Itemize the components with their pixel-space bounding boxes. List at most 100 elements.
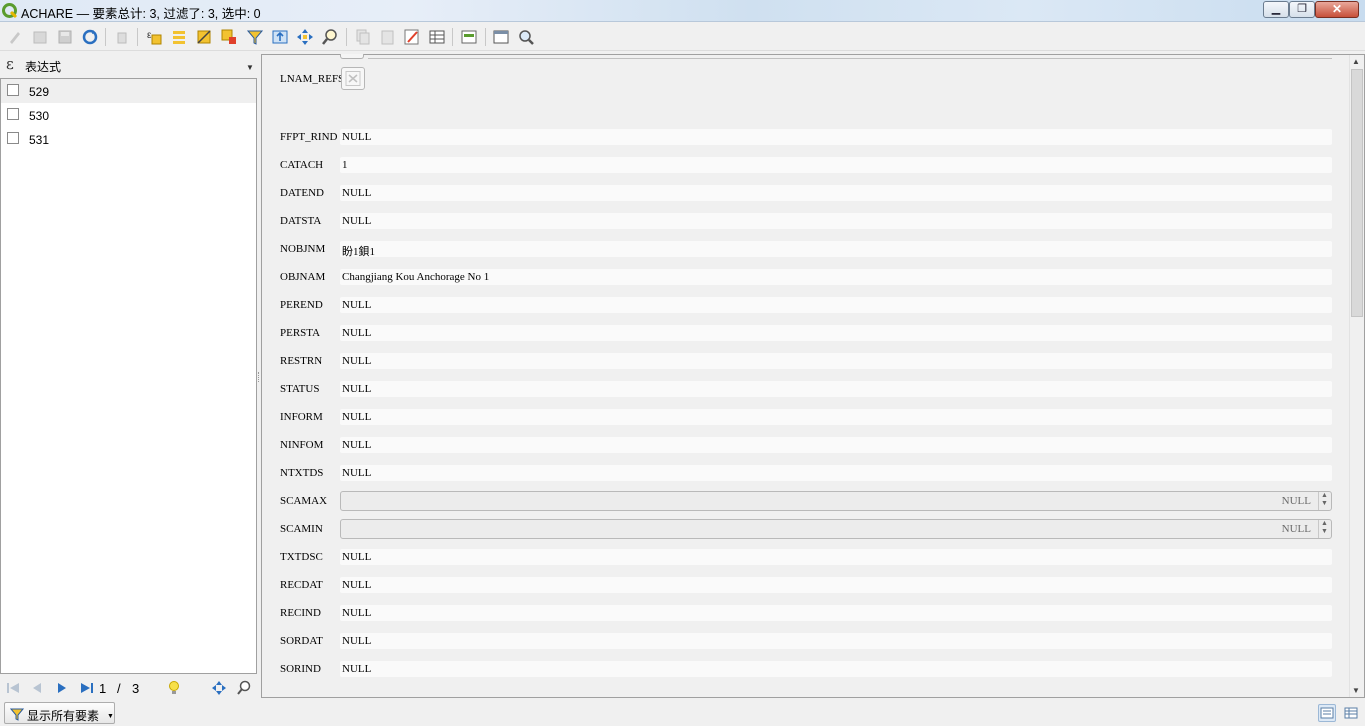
form-view-button[interactable] [1318, 704, 1336, 722]
field-value-box[interactable]: NULL [340, 549, 1332, 565]
close-button[interactable]: ✕ [1315, 1, 1359, 18]
field-value-box[interactable]: 盼1鋇1 [340, 241, 1332, 258]
field-row: DATEND NULL [280, 185, 1332, 201]
filter-label: 显示所有要素 [27, 709, 100, 723]
form-widget-stub [340, 54, 364, 59]
field-value: NULL [342, 383, 372, 395]
field-label: RESTRN [280, 355, 323, 367]
spin-down-icon[interactable]: ▼ [1321, 528, 1328, 535]
table-view-icon[interactable] [492, 28, 510, 46]
field-label: SORIND [280, 663, 321, 675]
actions-icon[interactable] [517, 28, 535, 46]
next-feature-icon[interactable] [54, 680, 70, 696]
paste-icon[interactable] [379, 28, 397, 46]
field-value-box[interactable]: NULL [340, 381, 1332, 397]
field-value-box[interactable]: NULL [340, 465, 1332, 481]
first-feature-icon[interactable] [5, 680, 21, 696]
field-value: 盼1鋇1 [342, 246, 375, 258]
field-value-box[interactable]: Changjiang Kou Anchorage No 1 [340, 269, 1332, 285]
field-row: PEREND NULL [280, 297, 1332, 313]
field-value: NULL [342, 299, 372, 311]
field-value-box[interactable]: NULL [340, 213, 1332, 229]
chevron-down-icon[interactable]: ▼ [246, 63, 254, 72]
field-value-box[interactable]: NULL [340, 437, 1332, 453]
spin-down-icon[interactable]: ▼ [1321, 500, 1328, 507]
panel-splitter[interactable] [258, 372, 260, 382]
field-value-box[interactable]: NULL [340, 577, 1332, 593]
feature-id-label: 531 [29, 133, 50, 147]
feature-filter-button[interactable]: 显示所有要素 ▼ [4, 702, 115, 724]
field-value-box[interactable]: 1 [340, 157, 1332, 173]
field-spinbox[interactable]: NULL ▲ ▼ [340, 491, 1332, 511]
scroll-down-icon[interactable]: ▼ [1352, 686, 1360, 695]
previous-feature-icon[interactable] [29, 680, 45, 696]
field-value: NULL [1281, 495, 1311, 507]
attribute-form: LNAM_REFS FFPT_RIND NULL CATACH 1 DATEND NULL… [261, 54, 1365, 698]
lightbulb-icon[interactable] [166, 680, 182, 696]
list-item[interactable]: 529 [1, 79, 256, 103]
field-value-box[interactable]: NULL [340, 185, 1332, 201]
pan-icon[interactable] [211, 680, 227, 696]
field-value: NULL [342, 355, 372, 367]
field-row: SCAMIN NULL ▲ ▼ [280, 519, 1332, 539]
list-item[interactable]: 530 [1, 103, 256, 127]
field-value: NULL [342, 663, 372, 675]
field-value-box[interactable]: NULL [340, 297, 1332, 313]
field-spinbox[interactable]: NULL ▲ ▼ [340, 519, 1332, 539]
field-value-box[interactable]: NULL [340, 605, 1332, 621]
field-calculator-icon[interactable] [403, 28, 421, 46]
field-value-box[interactable]: NULL [340, 661, 1332, 677]
field-label: SCAMAX [280, 495, 328, 507]
spin-up-icon[interactable]: ▲ [1321, 520, 1328, 527]
deselect-icon[interactable] [220, 28, 238, 46]
clear-button[interactable] [341, 67, 365, 90]
scroll-up-icon[interactable]: ▲ [1352, 57, 1360, 66]
field-row: SORIND NULL [280, 661, 1332, 677]
expression-selector[interactable]: ε 表达式 ▼ [0, 53, 257, 77]
copy-icon[interactable] [354, 28, 372, 46]
feature-list-panel: ε 表达式 ▼ 529 530 531 1 / 3 [0, 53, 257, 700]
table-view-button[interactable] [1342, 704, 1360, 722]
expression-label: 表达式 [25, 60, 62, 74]
minimize-button[interactable]: ▁ [1263, 1, 1289, 18]
field-value: NULL [342, 579, 372, 591]
field-label: NTXTDS [280, 467, 324, 479]
save-icon[interactable] [56, 28, 74, 46]
zoom-to-selection-icon[interactable] [321, 28, 339, 46]
select-all-icon[interactable] [170, 28, 188, 46]
multi-edit-icon[interactable] [31, 28, 49, 46]
expression-select-icon[interactable]: ε [145, 28, 163, 46]
field-row: NINFOM NULL [280, 437, 1332, 453]
list-item[interactable]: 531 [1, 127, 256, 151]
field-row: RESTRN NULL [280, 353, 1332, 369]
field-value: NULL [1281, 523, 1311, 535]
spin-buttons[interactable]: ▲ ▼ [1318, 520, 1331, 538]
zoom-icon[interactable] [236, 680, 252, 696]
reload-icon[interactable] [81, 28, 99, 46]
vertical-scrollbar[interactable]: ▲ ▼ [1349, 55, 1364, 697]
edit-pencil-icon[interactable] [6, 28, 24, 46]
field-value-box[interactable]: NULL [340, 325, 1332, 341]
maximize-button[interactable]: ❐ [1289, 1, 1315, 18]
field-label: CATACH [280, 159, 324, 171]
close-icon: ✕ [1331, 2, 1343, 16]
pan-to-selection-icon[interactable] [296, 28, 314, 46]
spin-up-icon[interactable]: ▲ [1321, 492, 1328, 499]
field-value-box[interactable]: NULL [340, 633, 1332, 649]
conditional-format-icon[interactable] [428, 28, 446, 46]
field-value-box[interactable]: NULL [340, 353, 1332, 369]
filter-icon[interactable] [246, 28, 264, 46]
feature-checkbox[interactable] [7, 132, 19, 144]
invert-selection-icon[interactable] [195, 28, 213, 46]
move-selection-top-icon[interactable] [271, 28, 289, 46]
field-value-box[interactable]: NULL [340, 129, 1332, 145]
scrollbar-thumb[interactable] [1351, 69, 1363, 317]
field-value: NULL [342, 131, 372, 143]
last-feature-icon[interactable] [79, 680, 95, 696]
feature-checkbox[interactable] [7, 108, 19, 120]
delete-icon[interactable] [113, 28, 131, 46]
feature-checkbox[interactable] [7, 84, 19, 96]
field-value-box[interactable]: NULL [340, 409, 1332, 425]
spin-buttons[interactable]: ▲ ▼ [1318, 492, 1331, 510]
dock-icon[interactable] [460, 28, 478, 46]
